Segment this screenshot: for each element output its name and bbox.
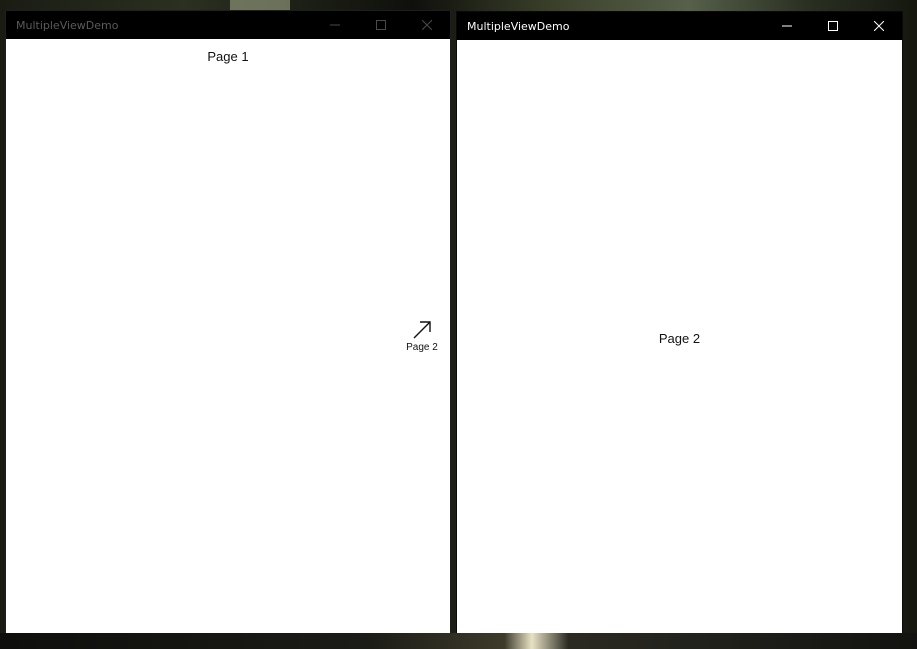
desktop-background: MultipleViewDemo Page 1 Page 2 MultipleV… (0, 0, 917, 649)
close-button[interactable] (856, 12, 902, 40)
window-title: MultipleViewDemo (467, 19, 570, 33)
title-bar[interactable]: MultipleViewDemo (6, 11, 450, 39)
window-title: MultipleViewDemo (16, 18, 119, 32)
window-page-1[interactable]: MultipleViewDemo Page 1 Page 2 (5, 10, 451, 634)
maximize-button[interactable] (810, 12, 856, 40)
page-content: Page 1 Page 2 (6, 39, 450, 633)
minimize-button[interactable] (764, 12, 810, 40)
page-content: Page 2 (457, 40, 902, 635)
window-page-2[interactable]: MultipleViewDemo Page 2 (456, 11, 903, 636)
swap-view-hint: Page 2 (402, 319, 442, 353)
close-icon (422, 20, 432, 30)
swap-hint-label: Page 2 (406, 342, 438, 353)
close-button[interactable] (404, 11, 450, 39)
minimize-icon (330, 24, 340, 26)
maximize-icon (828, 21, 838, 31)
close-icon (874, 21, 884, 31)
minimize-icon (782, 25, 792, 27)
minimize-button[interactable] (312, 11, 358, 39)
page-title: Page 2 (658, 331, 701, 346)
title-bar[interactable]: MultipleViewDemo (457, 12, 902, 40)
maximize-icon (376, 20, 386, 30)
page-title: Page 1 (207, 49, 249, 64)
arrow-up-right-icon (413, 321, 431, 339)
maximize-button[interactable] (358, 11, 404, 39)
